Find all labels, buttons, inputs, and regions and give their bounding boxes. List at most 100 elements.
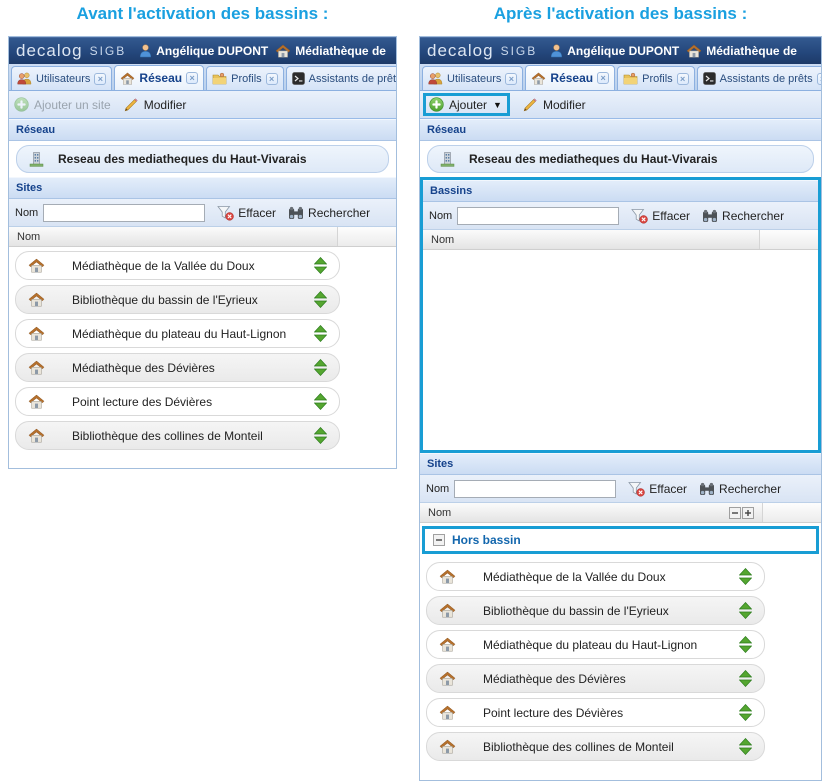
site-row[interactable]: Médiathèque de la Vallée du Doux [15, 251, 340, 280]
close-icon[interactable]: × [94, 73, 106, 85]
binoculars-icon [702, 209, 718, 223]
search-button[interactable]: Rechercher [699, 482, 781, 496]
clear-button[interactable]: Effacer [628, 481, 687, 497]
tab-utilisateurs[interactable]: Utilisateurs × [422, 66, 523, 90]
sort-arrows-icon[interactable] [739, 568, 752, 585]
home-icon [120, 72, 135, 85]
toolbar: Ajouter ▼ Modifier [420, 91, 821, 119]
site-row[interactable]: Médiathèque des Dévières [426, 664, 765, 693]
close-icon[interactable]: × [266, 73, 278, 85]
tab-utilisateurs[interactable]: Utilisateurs × [11, 66, 112, 90]
sort-arrows-icon[interactable] [739, 670, 752, 687]
tab-profils[interactable]: Profils × [617, 66, 695, 90]
site-row[interactable]: Point lecture des Dévières [15, 387, 340, 416]
terminal-icon [703, 72, 716, 85]
site-row[interactable]: Bibliothèque du bassin de l'Eyrieux [426, 596, 765, 625]
person-icon [550, 44, 563, 58]
pencil-icon [522, 97, 538, 113]
product-label: SIGB [501, 44, 538, 58]
sort-arrows-icon[interactable] [314, 359, 327, 376]
tab-bar: Utilisateurs × Réseau × Profils × Assist… [420, 64, 821, 91]
group-row-hors-bassin[interactable]: Hors bassin [422, 526, 819, 554]
add-button[interactable]: Ajouter ▼ [429, 97, 502, 112]
site-row[interactable]: Médiathèque de la Vallée du Doux [426, 562, 765, 591]
sort-arrows-icon[interactable] [314, 393, 327, 410]
current-location[interactable]: Médiathèque de [275, 44, 386, 58]
close-icon[interactable]: × [817, 73, 822, 85]
tab-reseau[interactable]: Réseau × [114, 65, 204, 90]
section-header-sites: Sites [9, 177, 396, 199]
expand-all-icon[interactable] [742, 507, 754, 519]
column-header-nom[interactable]: Nom [9, 227, 338, 246]
sort-arrows-icon[interactable] [314, 427, 327, 444]
folder-icon [212, 72, 227, 85]
users-icon [428, 72, 443, 85]
site-row[interactable]: Bibliothèque du bassin de l'Eyrieux [15, 285, 340, 314]
close-icon[interactable]: × [597, 72, 609, 84]
section-header-bassins: Bassins [423, 180, 818, 202]
app-header: decalog SIGB Angélique DUPONT Médiathèqu… [9, 37, 396, 64]
home-icon [28, 258, 45, 273]
sort-arrows-icon[interactable] [739, 636, 752, 653]
site-row[interactable]: Point lecture des Dévières [426, 698, 765, 727]
nom-input[interactable] [457, 207, 619, 225]
current-user[interactable]: Angélique DUPONT [550, 44, 679, 58]
sort-arrows-icon[interactable] [739, 704, 752, 721]
tab-assistants-de-prets[interactable]: Assistants de prêts × [697, 66, 822, 90]
after-title: Après l'activation des bassins : [419, 4, 822, 24]
collapse-all-icon[interactable] [729, 507, 741, 519]
decalog-logo: decalog [427, 41, 494, 61]
site-row[interactable]: Bibliothèque des collines de Monteil [426, 732, 765, 761]
site-row[interactable]: Médiathèque du plateau du Haut-Lignon [15, 319, 340, 348]
site-row[interactable]: Médiathèque des Dévières [15, 353, 340, 382]
collapse-group-icon[interactable] [433, 534, 445, 546]
sort-arrows-icon[interactable] [314, 291, 327, 308]
sort-arrows-icon[interactable] [739, 602, 752, 619]
home-icon [28, 428, 45, 443]
sort-arrows-icon[interactable] [314, 325, 327, 342]
column-header-spacer [760, 230, 818, 249]
current-location[interactable]: Médiathèque de [686, 44, 797, 58]
close-icon[interactable]: × [677, 73, 689, 85]
tab-assistants-de-prets[interactable]: Assistants de prêts × [286, 66, 397, 90]
bassins-filter-row: Nom Effacer Rechercher [423, 202, 818, 230]
decalog-logo: decalog [16, 41, 83, 61]
search-button[interactable]: Rechercher [288, 206, 370, 220]
home-icon [439, 671, 456, 686]
building-icon [29, 151, 44, 167]
tab-reseau[interactable]: Réseau × [525, 65, 615, 90]
home-icon [686, 44, 702, 58]
tab-profils[interactable]: Profils × [206, 66, 284, 90]
home-icon [28, 326, 45, 341]
users-icon [17, 72, 32, 85]
column-header-nom[interactable]: Nom [420, 503, 763, 522]
nom-input[interactable] [43, 204, 205, 222]
current-user[interactable]: Angélique DUPONT [139, 44, 268, 58]
close-icon[interactable]: × [505, 73, 517, 85]
binoculars-icon [288, 206, 304, 220]
building-icon [440, 151, 455, 167]
home-icon [439, 637, 456, 652]
bassins-empty-area [423, 250, 818, 450]
home-icon [28, 360, 45, 375]
network-row[interactable]: Reseau des mediatheques du Haut-Vivarais [16, 145, 389, 173]
clear-button[interactable]: Effacer [631, 208, 690, 224]
nom-input[interactable] [454, 480, 616, 498]
sites-column-header: Nom [9, 227, 396, 247]
network-row[interactable]: Reseau des mediatheques du Haut-Vivarais [427, 145, 814, 173]
home-icon [28, 292, 45, 307]
nom-label: Nom [426, 483, 449, 495]
clear-button[interactable]: Effacer [217, 205, 276, 221]
close-icon[interactable]: × [186, 72, 198, 84]
site-row[interactable]: Bibliothèque des collines de Monteil [15, 421, 340, 450]
search-button[interactable]: Rechercher [702, 209, 784, 223]
sort-arrows-icon[interactable] [314, 257, 327, 274]
sort-arrows-icon[interactable] [739, 738, 752, 755]
column-header-spacer [338, 227, 396, 246]
modify-button[interactable]: Modifier [123, 97, 187, 113]
modify-button[interactable]: Modifier [522, 97, 586, 113]
section-header-reseau: Réseau [9, 119, 396, 141]
column-header-nom[interactable]: Nom [423, 230, 760, 249]
folder-icon [623, 72, 638, 85]
site-row[interactable]: Médiathèque du plateau du Haut-Lignon [426, 630, 765, 659]
